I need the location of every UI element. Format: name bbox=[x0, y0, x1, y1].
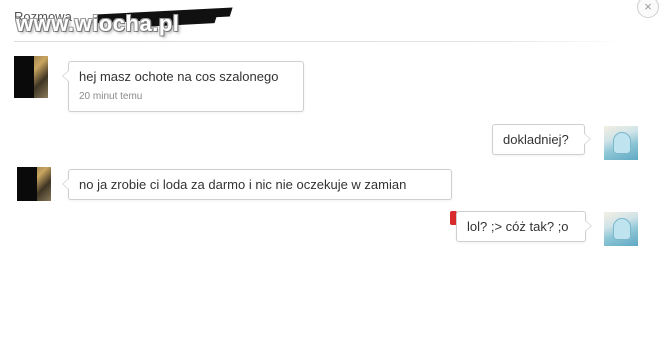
avatar-redaction bbox=[14, 56, 34, 98]
message-bubble-outgoing: dokladniej? bbox=[492, 124, 591, 155]
contact-avatar[interactable] bbox=[17, 167, 51, 201]
avatar-figure bbox=[613, 218, 631, 240]
message-text: dokladniej? bbox=[503, 132, 569, 147]
avatar-redaction bbox=[17, 167, 37, 201]
user-avatar[interactable] bbox=[604, 212, 638, 246]
message-bubble-incoming: hej masz ochote na cos szalonego 20 minu… bbox=[62, 61, 304, 112]
site-watermark: www.wiocha.pl bbox=[16, 11, 180, 36]
message-text: lol? ;> cóż tak? ;o bbox=[467, 219, 569, 234]
message-bubble-outgoing: lol? ;> cóż tak? ;o bbox=[456, 211, 592, 242]
message-text: hej masz ochote na cos szalonego bbox=[79, 69, 279, 84]
chat-header: Rozmowa www.wiocha.pl × bbox=[0, 0, 659, 42]
message-timestamp: 20 minut temu bbox=[79, 91, 143, 102]
user-avatar[interactable] bbox=[604, 126, 638, 160]
avatar-figure bbox=[613, 132, 631, 154]
close-button[interactable]: × bbox=[637, 0, 659, 18]
message-text: no ja zrobie ci loda za darmo i nic nie … bbox=[79, 177, 407, 192]
header-divider bbox=[14, 41, 628, 42]
contact-avatar[interactable] bbox=[14, 56, 48, 98]
message-bubble-incoming: no ja zrobie ci loda za darmo i nic nie … bbox=[62, 169, 452, 200]
